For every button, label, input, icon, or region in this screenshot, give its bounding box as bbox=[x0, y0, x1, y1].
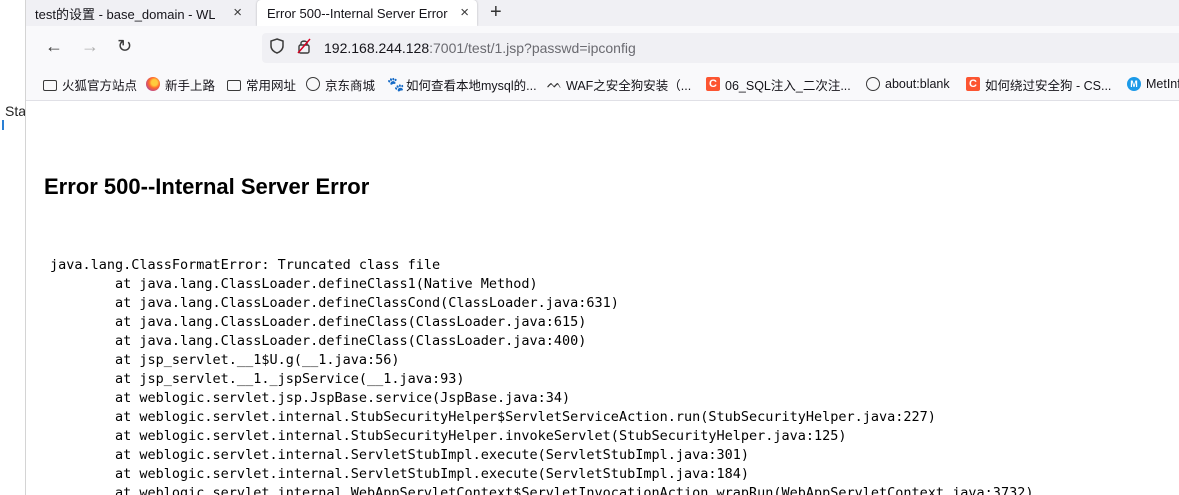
bookmark-label: MetInfo bbox=[1146, 77, 1179, 91]
bookmark-metinfo[interactable]: M MetInfo bbox=[1127, 68, 1179, 100]
stack-trace-line: at java.lang.ClassLoader.defineClass(Cla… bbox=[50, 333, 587, 349]
bookmark-jd-mall[interactable]: 京东商城 bbox=[306, 68, 375, 100]
bookmark-getting-started[interactable]: 新手上路 bbox=[146, 68, 215, 100]
navigation-toolbar: ← → ↻ 192.168.244.128:7001/test/1.jsp?pa… bbox=[25, 26, 1179, 68]
globe-icon bbox=[306, 77, 320, 91]
bookmark-label: 新手上路 bbox=[165, 78, 216, 93]
bookmark-about-blank[interactable]: about:blank bbox=[866, 68, 950, 100]
stack-trace-line: at weblogic.servlet.internal.StubSecurit… bbox=[50, 428, 847, 444]
bookmark-label: 京东商城 bbox=[325, 78, 376, 93]
background-window-marker bbox=[2, 120, 4, 130]
stack-trace-line: at jsp_servlet.__1._jspService(__1.java:… bbox=[50, 371, 465, 387]
stack-trace-line: at weblogic.servlet.internal.StubSecurit… bbox=[50, 409, 936, 425]
new-tab-button[interactable]: + bbox=[490, 0, 502, 24]
bookmark-waf-safedog[interactable]: ᨓ WAF之安全狗安装（... bbox=[547, 68, 691, 100]
stack-trace-line: java.lang.ClassFormatError: Truncated cl… bbox=[50, 257, 441, 273]
bookmark-sql-injection[interactable]: C 06_SQL注入_二次注... bbox=[706, 68, 851, 100]
bookmark-label: 如何绕过安全狗 - CS... bbox=[985, 78, 1112, 93]
url-path: :7001/test/1.jsp?passwd=ipconfig bbox=[429, 40, 636, 56]
bookmark-mysql-howto[interactable]: 🐾 如何查看本地mysql的... bbox=[387, 68, 537, 100]
bookmark-bypass-safedog[interactable]: C 如何绕过安全狗 - CS... bbox=[966, 68, 1111, 100]
bookmark-firefox-official[interactable]: 火狐官方站点 bbox=[43, 68, 137, 100]
csdn-icon: C bbox=[966, 77, 980, 91]
stack-trace-line: at weblogic.servlet.internal.WebAppServl… bbox=[50, 485, 1034, 495]
bookmark-label: 如何查看本地mysql的... bbox=[406, 78, 537, 93]
metinfo-icon: M bbox=[1127, 77, 1141, 91]
baidu-paw-icon: 🐾 bbox=[387, 76, 405, 92]
csdn-icon: C bbox=[706, 77, 720, 91]
insecure-lock-icon[interactable] bbox=[297, 38, 311, 54]
background-window-text: Sta bbox=[5, 103, 25, 119]
stack-trace-line: at jsp_servlet.__1$U.g(__1.java:56) bbox=[50, 352, 400, 368]
folder-icon bbox=[43, 79, 57, 91]
bookmark-label: 06_SQL注入_二次注... bbox=[725, 78, 851, 93]
bookmark-common-sites[interactable]: 常用网址 bbox=[227, 68, 296, 100]
stack-trace-line: at java.lang.ClassLoader.defineClass(Cla… bbox=[50, 314, 587, 330]
tab-title: Error 500--Internal Server Error bbox=[267, 5, 448, 21]
back-arrow-icon[interactable]: ← bbox=[45, 36, 63, 56]
stack-trace-line: at java.lang.ClassLoader.defineClass1(Na… bbox=[50, 276, 538, 292]
close-tab-icon[interactable]: × bbox=[460, 3, 469, 23]
tab-wls-console[interactable]: test的设置 - base_domain - WLS 控制台 × bbox=[25, 0, 250, 26]
stack-trace-line: at java.lang.ClassLoader.defineClassCond… bbox=[50, 295, 619, 311]
page-title: Error 500--Internal Server Error bbox=[44, 174, 370, 199]
firefox-icon bbox=[146, 77, 160, 91]
folder-icon bbox=[227, 79, 241, 91]
url-host: 192.168.244.128 bbox=[324, 40, 430, 56]
address-bar[interactable]: 192.168.244.128:7001/test/1.jsp?passwd=i… bbox=[262, 33, 1179, 63]
stack-trace-line: at weblogic.servlet.internal.ServletStub… bbox=[50, 466, 749, 482]
background-window-edge: Sta bbox=[0, 0, 26, 495]
forward-arrow-icon[interactable]: → bbox=[81, 36, 99, 56]
stack-trace: java.lang.ClassFormatError: Truncated cl… bbox=[50, 256, 1033, 495]
stack-trace-line: at weblogic.servlet.jsp.JspBase.service(… bbox=[50, 390, 571, 406]
bookmark-label: 火狐官方站点 bbox=[62, 78, 138, 93]
bird-icon: ᨓ bbox=[547, 76, 563, 91]
tab-strip: test的设置 - base_domain - WLS 控制台 × Error … bbox=[25, 0, 1179, 26]
tracking-protection-shield-icon[interactable] bbox=[270, 38, 284, 54]
stack-trace-line: at weblogic.servlet.internal.ServletStub… bbox=[50, 447, 749, 463]
tab-title: test的设置 - base_domain - WLS 控制台 bbox=[35, 6, 215, 22]
tab-error-500[interactable]: Error 500--Internal Server Error × bbox=[257, 0, 477, 26]
bookmark-label: 常用网址 bbox=[246, 78, 297, 93]
reload-icon[interactable]: ↻ bbox=[117, 36, 132, 56]
bookmark-label: about:blank bbox=[885, 77, 950, 91]
globe-icon bbox=[866, 77, 880, 91]
bookmarks-toolbar: 火狐官方站点 新手上路 常用网址 京东商城 🐾 如何查看本地mysql的... … bbox=[25, 68, 1179, 101]
page-content: Error 500--Internal Server Error java.la… bbox=[25, 101, 1179, 495]
browser-window: test的设置 - base_domain - WLS 控制台 × Error … bbox=[25, 0, 1179, 495]
bookmark-label: WAF之安全狗安装（... bbox=[566, 78, 692, 93]
close-tab-icon[interactable]: × bbox=[233, 3, 242, 23]
url-text[interactable]: 192.168.244.128:7001/test/1.jsp?passwd=i… bbox=[324, 40, 636, 56]
